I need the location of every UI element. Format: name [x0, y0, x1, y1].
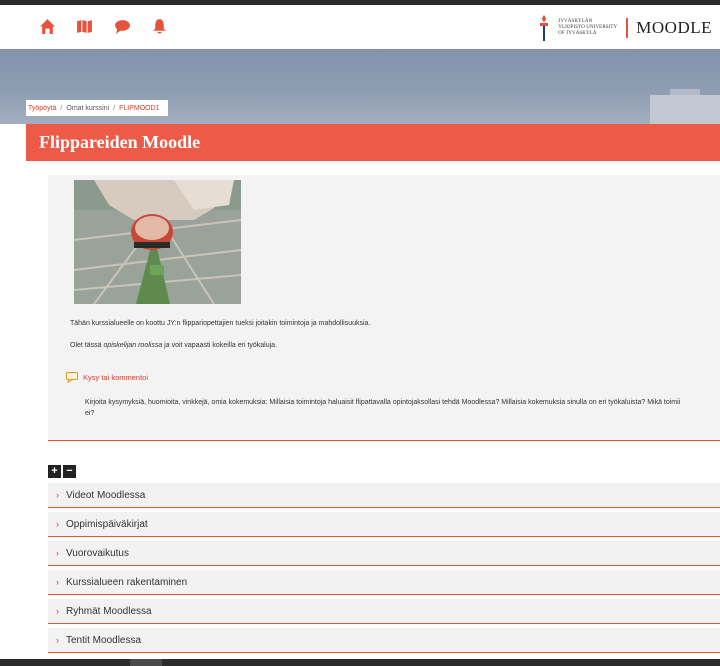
breadcrumb: Työpöytä / Omat kurssini / FLIPMOOD1 [26, 100, 168, 116]
forum-link-label: Kysy tai kommentoi [83, 373, 149, 382]
summary-text-line: Tähän kurssialueelle on koottu JY:n flip… [70, 320, 371, 327]
chat-icon[interactable] [112, 16, 132, 36]
section-toggle-controls: + − [48, 465, 76, 478]
banner-building [650, 95, 720, 124]
forum-icon [66, 372, 78, 383]
forum-activity-link[interactable]: Kysy tai kommentoi [66, 372, 148, 383]
breadcrumb-item-dashboard[interactable]: Työpöytä [28, 105, 56, 112]
forum-description: Kirjoita kysymyksiä, huomioita, vinkkejä… [85, 397, 720, 419]
section-title: Vuorovaikutus [66, 547, 129, 559]
chevron-right-icon: › [56, 577, 59, 587]
chevron-right-icon: › [56, 606, 59, 616]
forum-description-line: ei? [85, 410, 95, 417]
section-kurssialueen-rakentaminen[interactable]: › Kurssialueen rakentaminen [48, 570, 720, 595]
chevron-right-icon: › [56, 490, 59, 500]
course-sections-list: › Videot Moodlessa › Oppimispäiväkirjat … [48, 483, 720, 657]
section-ryhmat[interactable]: › Ryhmät Moodlessa [48, 599, 720, 624]
section-title: Ryhmät Moodlessa [66, 605, 152, 617]
brand-divider [626, 18, 629, 38]
section-tentit[interactable]: › Tentit Moodlessa [48, 628, 720, 653]
summary-text-suffix: ja voit vapaasti kokeilla eri työkaluja. [162, 342, 278, 349]
breadcrumb-item-my-courses[interactable]: Omat kurssini [66, 105, 109, 112]
breadcrumb-item-course[interactable]: FLIPMOOD1 [119, 105, 159, 112]
university-torch-logo [540, 15, 549, 41]
bell-icon[interactable] [149, 16, 169, 36]
chevron-right-icon: › [56, 548, 59, 558]
course-summary-section: Tähän kurssialueelle on koottu JY:n flip… [48, 175, 720, 441]
moodle-wordmark: MOODLE [636, 18, 712, 37]
summary-text-prefix: Olet tässä [70, 342, 104, 349]
university-name: Jyväskylän yliopisto University of Jyväs… [558, 19, 618, 36]
map-icon[interactable] [74, 16, 94, 36]
page-title: Flippareiden Moodle [39, 132, 201, 152]
collapse-all-button[interactable]: − [63, 465, 76, 478]
section-title: Videot Moodlessa [66, 489, 146, 501]
breadcrumb-separator: / [60, 104, 63, 112]
bottom-strip-segment [130, 659, 162, 666]
course-title-bar: Flippareiden Moodle [26, 124, 720, 161]
chevron-right-icon: › [56, 635, 59, 645]
expand-all-button[interactable]: + [48, 465, 61, 478]
site-brand[interactable]: Jyväskylän yliopisto University of Jyväs… [538, 12, 712, 44]
course-image [74, 180, 241, 304]
home-icon[interactable] [37, 16, 57, 36]
section-vuorovaikutus[interactable]: › Vuorovaikutus [48, 541, 720, 566]
section-title: Tentit Moodlessa [66, 634, 142, 646]
section-title: Kurssialueen rakentaminen [66, 576, 188, 588]
summary-text-line: Olet tässä opiskelijan roolissa ja voit … [70, 342, 277, 349]
bottom-frame-strip [0, 659, 720, 666]
section-title: Oppimispäiväkirjat [66, 518, 148, 530]
chevron-right-icon: › [56, 519, 59, 529]
top-navbar: Jyväskylän yliopisto University of Jyväs… [0, 5, 720, 49]
section-videot[interactable]: › Videot Moodlessa [48, 483, 720, 508]
breadcrumb-separator: / [113, 104, 116, 112]
summary-text-emphasis: opiskelijan roolissa [103, 342, 163, 349]
section-oppimispaivakirjat[interactable]: › Oppimispäiväkirjat [48, 512, 720, 537]
forum-description-line: Kirjoita kysymyksiä, huomioita, vinkkejä… [85, 399, 681, 406]
